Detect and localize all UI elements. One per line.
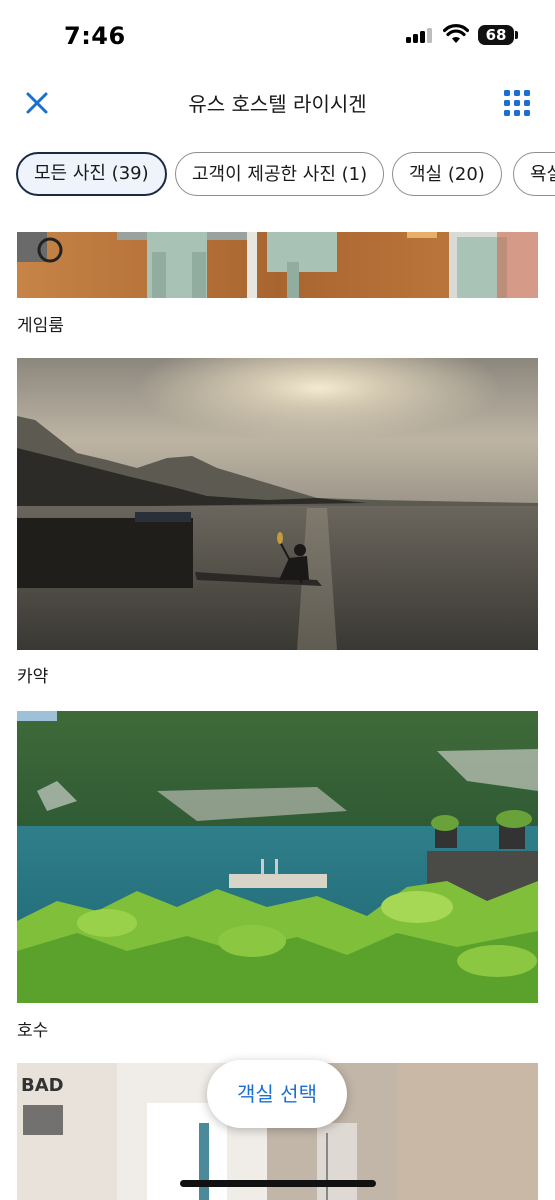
status-time: 7:46 [64, 22, 126, 50]
chip-guest-photos[interactable]: 고객이 제공한 사진 (1) [175, 152, 385, 196]
chip-all-photos[interactable]: 모든 사진 (39) [16, 152, 167, 196]
photo-caption-kayak: 카약 [17, 667, 49, 687]
select-room-button[interactable]: 객실 선택 [207, 1060, 347, 1128]
photo-game-room[interactable] [17, 232, 538, 298]
wifi-icon [443, 24, 469, 43]
close-icon[interactable] [18, 84, 56, 122]
photo-caption-game-room: 게임룸 [17, 316, 64, 336]
chip-rooms[interactable]: 객실 (20) [392, 152, 502, 196]
status-bar: 7:46 68 [0, 0, 555, 70]
grid-view-icon[interactable] [500, 86, 534, 120]
home-indicator [180, 1180, 376, 1187]
photo-lake[interactable] [17, 711, 538, 1003]
page-title: 유스 호스텔 라이시겐 [188, 92, 367, 116]
photo-caption-lake: 호수 [17, 1021, 49, 1041]
battery-cap [515, 31, 518, 39]
bathroom-sign-text: BAD [21, 1075, 64, 1096]
header: 유스 호스텔 라이시겐 [0, 70, 555, 132]
cellular-signal-icon [406, 27, 434, 43]
battery-icon: 68 [478, 25, 514, 45]
chip-bathroom[interactable]: 욕실 [513, 152, 555, 196]
photo-kayak[interactable] [17, 358, 538, 650]
photo-filter-chips: 모든 사진 (39) 고객이 제공한 사진 (1) 객실 (20) 욕실 [16, 150, 555, 202]
